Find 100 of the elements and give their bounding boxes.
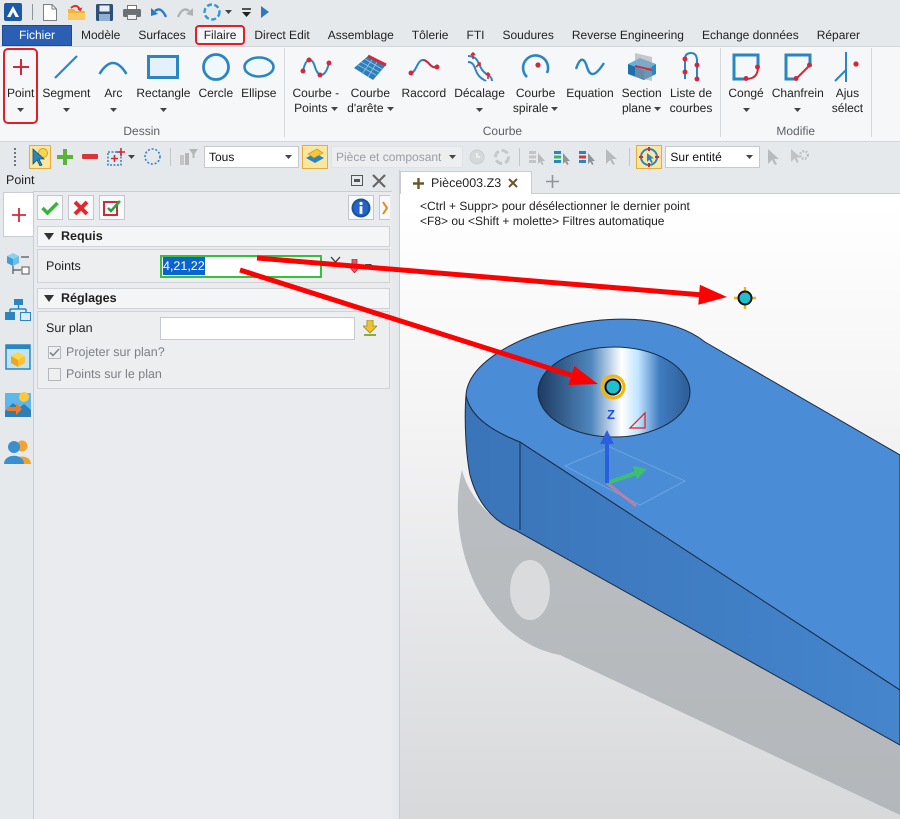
image-icon[interactable] — [5, 390, 31, 416]
hint-text: <Ctrl + Suppr> pour désélectionner le dernier point — [420, 199, 691, 214]
menu-tab[interactable]: Surfaces — [129, 25, 195, 45]
folder-icon[interactable] — [67, 4, 86, 20]
point-marker-icon — [600, 374, 626, 400]
blend-curve-icon — [408, 57, 440, 77]
ribbon-button[interactable]: Courbe d'arête — [343, 48, 398, 124]
checkbox-label: Projeter sur plan? — [66, 344, 165, 361]
ribbon-button[interactable]: Courbe spirale — [508, 48, 562, 124]
tree-icon[interactable] — [6, 250, 30, 274]
apply-button[interactable] — [99, 195, 125, 220]
rectangle-icon — [147, 55, 180, 79]
axis-label: Z — [607, 407, 615, 422]
plus-icon[interactable] — [57, 148, 73, 164]
hierarchy-icon[interactable] — [5, 298, 31, 320]
ribbon-button[interactable]: Cercle — [194, 48, 238, 124]
ribbon-button[interactable]: Décalage — [450, 48, 509, 124]
checkbox-label: Points sur le plan — [66, 366, 162, 383]
menu-tab[interactable]: Réparer — [808, 25, 870, 45]
caret-icon[interactable] — [225, 10, 232, 14]
file-menu-button[interactable]: Fichier — [2, 25, 72, 46]
ribbon-button[interactable]: Courbe - Points — [288, 48, 344, 124]
layers-icon — [305, 148, 325, 166]
close-icon[interactable] — [508, 178, 518, 188]
chevron-icon — [382, 200, 388, 214]
users-icon[interactable] — [4, 438, 32, 464]
spline-icon — [300, 55, 332, 79]
customize-icon[interactable] — [242, 8, 251, 16]
caret-icon[interactable] — [746, 154, 754, 158]
ribbon-button[interactable]: Ajus sélect — [828, 48, 868, 124]
floppy-icon[interactable] — [96, 4, 113, 20]
toolbar-button[interactable] — [29, 144, 51, 168]
toolbar-button[interactable] — [636, 144, 662, 168]
chevron-down-icon[interactable] — [330, 256, 341, 262]
caret-icon[interactable] — [285, 154, 292, 158]
section-header[interactable]: Requis — [37, 226, 390, 247]
ribbon-button[interactable]: Congé — [724, 48, 768, 124]
section-title: Requis — [61, 228, 103, 246]
dropdown[interactable]: Tous — [204, 146, 299, 168]
down-arrow-icon[interactable] — [363, 320, 377, 336]
group-label: Courbe — [482, 124, 524, 138]
ribbon-button[interactable]: Point — [3, 48, 38, 124]
dropdown[interactable]: Sur entité — [665, 146, 760, 168]
menu-tab[interactable]: Modèle — [72, 25, 130, 45]
cancel-button[interactable] — [68, 195, 94, 220]
plus-icon — [413, 178, 424, 188]
ribbon-button[interactable]: Ellipse — [237, 48, 280, 124]
wave-icon — [574, 58, 605, 76]
plus-icon[interactable] — [546, 175, 560, 188]
side-tab[interactable] — [3, 192, 33, 237]
input-field[interactable] — [160, 316, 355, 340]
ribbon-button[interactable]: Raccord — [398, 48, 450, 124]
hint-text: <F8> ou <Shift + molette> Filtres automatique — [420, 214, 666, 229]
ellipse-icon — [242, 56, 275, 78]
ribbon-button[interactable]: Section plane — [618, 48, 666, 124]
info-button[interactable] — [348, 195, 374, 220]
expand-button[interactable] — [379, 195, 390, 220]
field-label: Sur plan — [46, 320, 94, 337]
section-title: Réglages — [61, 290, 117, 308]
dotted-circle-icon[interactable] — [144, 148, 161, 165]
ok-button[interactable] — [37, 195, 63, 220]
ribbon-button[interactable]: Equation — [562, 48, 618, 124]
check-icon — [41, 200, 59, 214]
menu-tab[interactable]: Direct Edit — [245, 25, 319, 45]
document-tab[interactable]: Pièce003.Z3 — [400, 171, 532, 194]
printer-icon[interactable] — [123, 4, 141, 20]
menu-tab[interactable]: Filaire — [194, 25, 246, 45]
toolbar-button[interactable] — [302, 144, 328, 168]
menu-tab[interactable]: Assemblage — [318, 25, 403, 45]
cursor-icon — [32, 148, 48, 166]
restore-icon[interactable] — [351, 175, 363, 186]
menu-tab[interactable]: FTI — [457, 25, 494, 45]
ribbon-button[interactable]: Arc — [94, 48, 132, 124]
trim-icon — [834, 52, 860, 82]
menu-tab[interactable]: Soudures — [493, 25, 563, 45]
cube-window-icon[interactable] — [5, 344, 31, 370]
line-segment-icon — [54, 55, 78, 79]
menu-tab[interactable]: Echange données — [692, 25, 808, 45]
ribbon-button[interactable]: Liste de courbes — [666, 48, 716, 124]
plus-icon — [12, 208, 26, 222]
ribbon-button[interactable]: Segment — [38, 48, 94, 124]
group-label: Dessin — [122, 124, 162, 138]
box-select-icon[interactable] — [107, 148, 125, 166]
section-plane-icon — [626, 52, 658, 82]
play-icon[interactable] — [261, 6, 269, 18]
ribbon-button[interactable]: Chanfrein — [768, 48, 828, 124]
document-icon[interactable] — [43, 4, 57, 20]
close-icon[interactable] — [372, 174, 386, 188]
arc-icon — [98, 60, 128, 74]
caret-icon[interactable] — [128, 154, 135, 158]
section-header[interactable]: Réglages — [37, 288, 390, 309]
down-arrow-icon[interactable] — [348, 259, 361, 273]
list-cursor-icon[interactable] — [554, 148, 570, 164]
field-label: Points — [46, 258, 82, 275]
ribbon-button[interactable]: Rectangle — [132, 48, 194, 124]
checkbox-check-icon — [103, 198, 121, 216]
list-cursor-icon[interactable] — [579, 148, 596, 164]
undo-icon[interactable] — [151, 6, 167, 18]
menu-tab[interactable]: Tôlerie — [402, 25, 458, 45]
menu-tab[interactable]: Reverse Engineering — [562, 25, 693, 45]
